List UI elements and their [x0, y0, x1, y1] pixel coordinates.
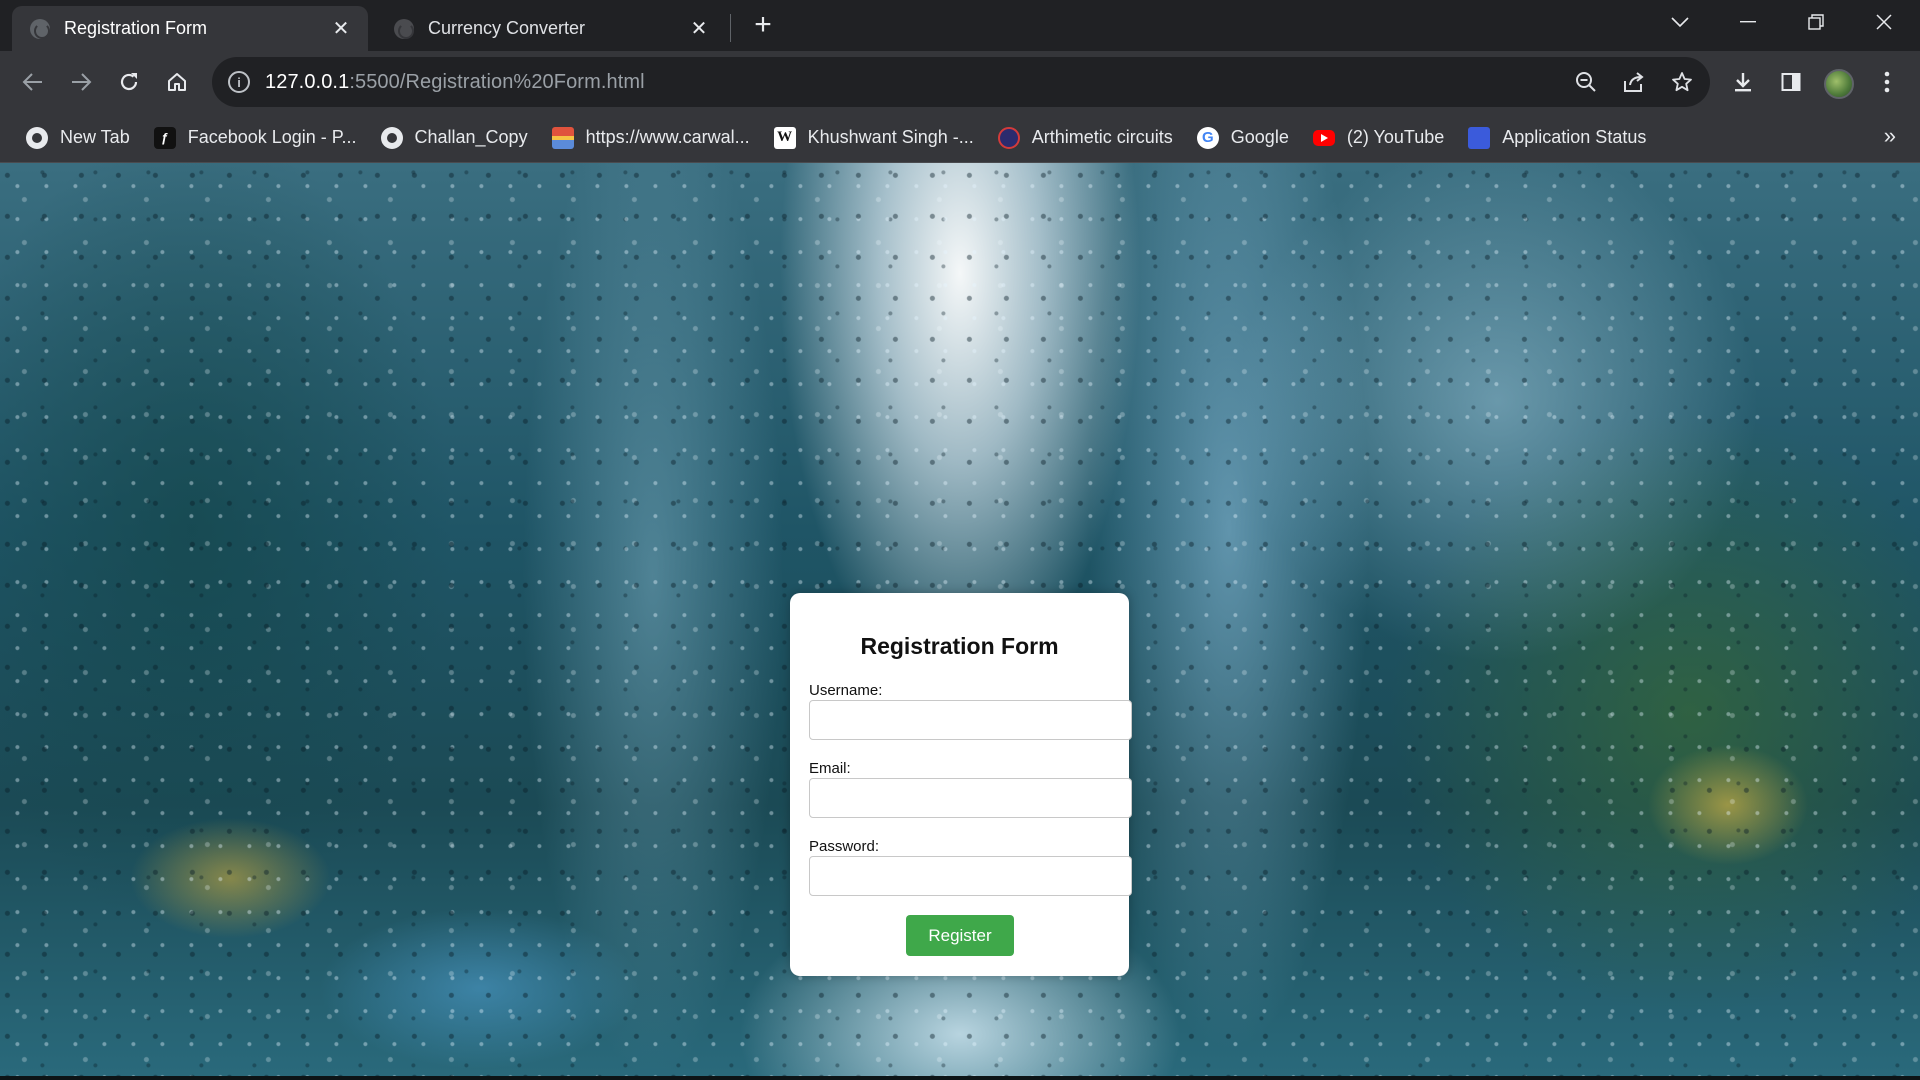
bookmark-label: Challan_Copy	[414, 127, 528, 147]
tab-registration-form[interactable]: Registration Form ✕	[12, 6, 368, 51]
url-path: :5500/Registration%20Form.html	[349, 70, 645, 93]
tab-strip: Registration Form ✕ Currency Converter ✕…	[0, 0, 1920, 51]
page-viewport: Registration Form Username: Email: Passw…	[0, 163, 1920, 1080]
window-bottom-edge	[0, 1076, 1920, 1080]
google-icon: G	[1196, 126, 1219, 149]
browser-toolbar: i 127.0.0.1:5500/Registration%20Form.htm…	[0, 51, 1920, 113]
youtube-icon	[1312, 129, 1335, 146]
url-host: 127.0.0.1	[265, 70, 350, 93]
restore-button[interactable]	[1786, 0, 1846, 44]
bookmark-google[interactable]: G Google	[1191, 121, 1295, 155]
username-input[interactable]	[809, 700, 1132, 740]
bookmark-khushwant-singh[interactable]: W Khushwant Singh -...	[768, 121, 980, 155]
password-label: Password:	[809, 838, 880, 855]
bookmark-label: Application Status	[1502, 127, 1647, 147]
bookmark-label: Arthimetic circuits	[1031, 127, 1173, 147]
bookmark-label: Google	[1230, 127, 1289, 147]
back-button[interactable]	[16, 65, 50, 99]
channel-icon	[997, 126, 1020, 149]
bookmark-facebook-login[interactable]: ƒ Facebook Login - P...	[148, 121, 363, 155]
form-title: Registration Form	[860, 633, 1059, 659]
wikipedia-icon: W	[773, 126, 796, 149]
email-input[interactable]	[809, 778, 1132, 818]
globe-icon	[380, 126, 403, 149]
minimize-button[interactable]	[1718, 0, 1778, 44]
email-label: Email:	[809, 760, 851, 777]
tab-title: Currency Converter	[428, 18, 586, 38]
close-window-button[interactable]	[1854, 0, 1914, 44]
close-tab-icon[interactable]: ✕	[688, 18, 710, 40]
registration-form: Registration Form Username: Email: Passw…	[790, 593, 1132, 976]
carwale-icon	[551, 126, 574, 149]
username-label: Username:	[809, 682, 883, 699]
new-tab-button[interactable]: +	[748, 10, 778, 40]
tab-title: Registration Form	[64, 18, 208, 38]
address-bar[interactable]: i 127.0.0.1:5500/Registration%20Form.htm…	[212, 57, 1710, 107]
tab-currency-converter[interactable]: Currency Converter ✕	[376, 6, 726, 51]
register-button[interactable]: Register	[906, 915, 1014, 956]
bookmark-carwale[interactable]: https://www.carwal...	[546, 121, 756, 155]
more-bookmarks-icon[interactable]: »	[1884, 123, 1896, 149]
share-icon[interactable]	[1622, 70, 1646, 94]
home-button[interactable]	[160, 65, 194, 99]
bookmark-star-icon[interactable]	[1670, 70, 1694, 94]
tab-search-icon[interactable]	[1650, 0, 1710, 44]
bookmarks-bar: New Tab ƒ Facebook Login - P... Challan_…	[0, 113, 1920, 163]
tab-separator	[730, 14, 731, 42]
bookmark-youtube[interactable]: (2) YouTube	[1307, 121, 1450, 155]
bookmark-label: New Tab	[60, 127, 130, 147]
side-panel-icon[interactable]	[1774, 65, 1808, 99]
reload-button[interactable]	[112, 65, 146, 99]
forward-button[interactable]	[64, 65, 98, 99]
bookmark-label: https://www.carwal...	[585, 127, 750, 147]
bookmark-arthimetic-circuits[interactable]: Arthimetic circuits	[992, 121, 1179, 155]
site-info-icon[interactable]: i	[228, 71, 250, 93]
profile-avatar[interactable]	[1824, 69, 1854, 99]
bookmark-application-status[interactable]: Application Status	[1462, 121, 1652, 155]
zoom-icon[interactable]	[1574, 70, 1598, 94]
download-icon[interactable]	[1726, 65, 1760, 99]
bookmark-label: Khushwant Singh -...	[807, 127, 974, 147]
bookmark-challan-copy[interactable]: Challan_Copy	[375, 121, 534, 155]
facebook-login-icon: ƒ	[153, 126, 176, 149]
application-status-icon	[1468, 126, 1491, 149]
menu-kebab-icon[interactable]	[1870, 65, 1904, 99]
url-text[interactable]: 127.0.0.1:5500/Registration%20Form.html	[265, 71, 645, 94]
password-input[interactable]	[809, 856, 1132, 896]
bookmark-label: (2) YouTube	[1346, 127, 1445, 147]
globe-icon	[26, 126, 48, 149]
globe-icon	[30, 18, 50, 39]
close-tab-icon[interactable]: ✕	[330, 18, 352, 40]
bookmark-new-tab[interactable]: New Tab	[20, 121, 136, 155]
globe-icon	[394, 18, 414, 39]
bookmark-label: Facebook Login - P...	[187, 127, 357, 147]
